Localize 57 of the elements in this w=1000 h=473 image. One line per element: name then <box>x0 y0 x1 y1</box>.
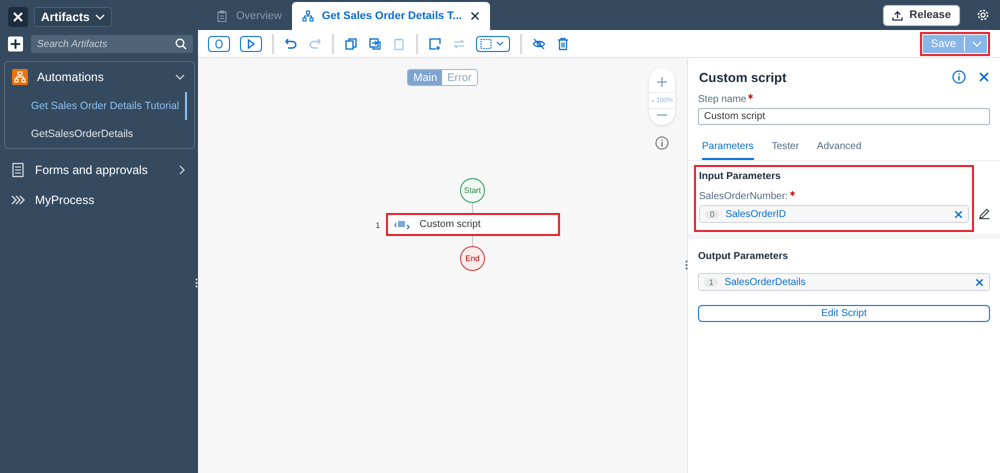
token-field[interactable]: 1 SalesOrderDetails <box>698 273 990 291</box>
zoom-in-icon[interactable] <box>657 77 667 87</box>
script-step-node[interactable]: Custom script <box>386 213 560 236</box>
hierarchy-icon <box>302 10 314 22</box>
clear-icon[interactable] <box>954 210 963 218</box>
close-icon[interactable] <box>8 6 28 26</box>
hierarchy-icon <box>12 69 28 85</box>
hide-icon[interactable] <box>532 36 546 50</box>
token-field[interactable]: 0 SalesOrderID <box>699 205 969 223</box>
settings-icon[interactable] <box>976 8 990 22</box>
info-icon[interactable] <box>655 136 669 150</box>
info-icon[interactable] <box>952 70 966 84</box>
panel-tab[interactable]: Parameters <box>702 141 754 160</box>
release-button[interactable]: Release <box>883 4 960 26</box>
delete-icon[interactable] <box>556 36 570 50</box>
select-dropdown-icon[interactable] <box>476 36 510 52</box>
sidebar-item[interactable]: Forms and approvals <box>6 155 193 185</box>
field-label: Step name <box>698 94 746 105</box>
panel-title: Custom script <box>699 70 786 84</box>
duplicate-icon[interactable] <box>368 36 382 50</box>
field-label: SalesOrderNumber: <box>699 191 788 202</box>
end-node: End <box>460 246 485 271</box>
panel-tab[interactable]: Tester <box>772 141 799 160</box>
chevron-down-icon <box>94 12 105 22</box>
drag-handle-icon[interactable] <box>195 278 198 288</box>
chevron-down-icon <box>175 72 185 82</box>
edit-script-button[interactable]: Edit Script <box>698 305 990 322</box>
panel-tab[interactable]: Advanced <box>816 141 862 160</box>
clipboard-icon <box>216 10 228 22</box>
workspace-dropdown[interactable]: Artifacts <box>34 6 112 26</box>
sidebar-subitem[interactable]: GetSalesOrderDetails <box>8 120 187 148</box>
play-icon[interactable] <box>240 36 262 52</box>
copy-icon[interactable] <box>344 36 358 50</box>
close-icon[interactable] <box>470 11 480 21</box>
chevron-down-icon <box>972 38 982 48</box>
section-title: Output Parameters <box>698 251 790 262</box>
section-title: Input Parameters <box>699 171 782 182</box>
sidebar-item[interactable]: MyProcess <box>6 185 193 215</box>
step-name-field[interactable]: Custom script <box>698 108 990 125</box>
edit-icon[interactable] <box>978 207 991 220</box>
sidebar-item[interactable]: Automations <box>8 62 191 92</box>
search-icon[interactable] <box>175 38 187 50</box>
step-number: 1 <box>376 221 380 230</box>
script-icon <box>394 218 410 230</box>
undo-icon[interactable] <box>284 36 298 50</box>
document-icon <box>10 162 26 178</box>
drag-handle-icon[interactable] <box>685 260 688 270</box>
add-step-icon[interactable] <box>428 36 442 50</box>
search-field[interactable]: Search Artifacts <box>31 35 193 53</box>
clear-icon[interactable] <box>975 278 984 286</box>
add-icon[interactable] <box>8 36 23 52</box>
start-node: Start <box>460 178 485 203</box>
upload-icon <box>892 10 904 20</box>
editor-tab[interactable]: Overview <box>206 2 292 30</box>
editor-tab[interactable]: Get Sales Order Details T... <box>292 2 490 30</box>
sidebar-subitem[interactable]: Get Sales Order Details Tutorial <box>8 92 187 120</box>
chevron-right-icon <box>177 165 187 175</box>
